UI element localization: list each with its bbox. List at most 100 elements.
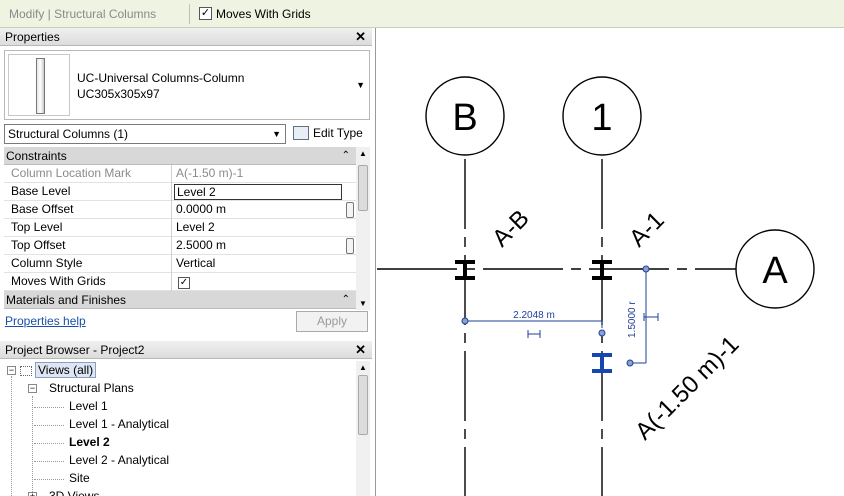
scroll-down-icon[interactable]: ▼	[359, 299, 367, 308]
scroll-thumb[interactable]	[358, 375, 368, 435]
column-a-1[interactable]	[592, 260, 612, 280]
project-browser-title: Project Browser - Project2	[5, 343, 145, 357]
collapse-icon[interactable]: ⌃	[342, 291, 350, 309]
collapse-icon[interactable]: ⌃	[342, 147, 350, 165]
grid-lines	[377, 159, 736, 496]
tree-branch	[34, 407, 64, 408]
properties-close-icon[interactable]: ✕	[355, 28, 366, 46]
scroll-thumb[interactable]	[358, 165, 368, 211]
column-style-field[interactable]: Vertical	[174, 255, 342, 273]
moves-with-grids-label: Moves With Grids	[216, 7, 311, 21]
tree-item-label: Views (all)	[35, 362, 97, 378]
top-level-field[interactable]: Level 2	[174, 219, 342, 237]
project-browser-title-bar: Project Browser - Project2 ✕	[0, 341, 372, 359]
tree-item-site[interactable]: Site	[69, 469, 90, 487]
base-offset-field[interactable]: 0.0000 m	[174, 201, 342, 219]
options-bar: Modify | Structural Columns ✓ Moves With…	[0, 0, 844, 28]
property-name: Top Offset	[4, 237, 172, 255]
property-name: Base Offset	[4, 201, 172, 219]
edit-type-label: Edit Type	[313, 126, 363, 140]
tree-item-3d-views[interactable]: 3D Views	[49, 487, 99, 496]
temp-dimension-horizontal[interactable]	[461, 317, 606, 338]
tree-branch	[34, 425, 64, 426]
tree-branch	[34, 443, 64, 444]
edit-type-button[interactable]: Edit Type	[293, 124, 363, 144]
tree-item-level-1-analytical[interactable]: Level 1 - Analytical	[69, 415, 169, 433]
moves-with-grids-property-checkbox[interactable]: ✓	[178, 277, 190, 289]
section-constraints[interactable]: Constraints ⌃	[4, 147, 356, 165]
browser-scrollbar[interactable]: ▲	[356, 361, 370, 496]
selected-column[interactable]	[592, 353, 612, 373]
property-name: Top Level	[4, 219, 172, 237]
section-materials-label: Materials and Finishes	[6, 293, 127, 307]
tree-item-level-2-analytical[interactable]: Level 2 - Analytical	[69, 451, 169, 469]
tree-branch	[34, 461, 64, 462]
column-mark-a-b: A-B	[487, 205, 534, 252]
type-dropdown-arrow-icon[interactable]: ▼	[356, 80, 365, 90]
grid-bubble-label: B	[452, 97, 477, 139]
drawing-area[interactable]: B 1 A A-B A-1 A(-1.50 m)-1 2.2048 m 1.50…	[377, 28, 844, 496]
grid-bubble-b[interactable]: B	[425, 76, 505, 156]
project-browser-close-icon[interactable]: ✕	[355, 341, 366, 359]
dimension-value-vertical[interactable]: 1.5000 r	[627, 301, 638, 338]
tree-item-views-all[interactable]: Views (all)	[20, 361, 97, 379]
view-icon	[20, 365, 32, 376]
section-constraints-label: Constraints	[6, 149, 67, 163]
expand-toggle-icon[interactable]: +	[28, 492, 37, 496]
value-scroll-handle[interactable]	[346, 202, 354, 218]
project-browser-tree: − Views (all) − Structural Plans Level 1…	[4, 361, 356, 496]
column-mark-selected: A(-1.50 m)-1	[630, 331, 744, 445]
context-tab-label: Modify | Structural Columns	[9, 7, 157, 21]
chevron-down-icon: ▼	[272, 129, 281, 139]
properties-title: Properties	[5, 30, 60, 44]
property-row[interactable]: Column Style Vertical	[4, 255, 356, 273]
property-name: Base Level	[4, 183, 172, 201]
dimension-value-horizontal[interactable]: 2.2048 m	[513, 310, 555, 321]
instance-filter-dropdown[interactable]: Structural Columns (1) ▼	[4, 124, 286, 144]
scroll-up-icon[interactable]: ▲	[359, 149, 367, 158]
grid-bubble-a[interactable]: A	[735, 229, 815, 309]
base-level-field[interactable]: Level 2	[174, 184, 342, 200]
apply-button[interactable]: Apply	[296, 311, 368, 332]
moves-with-grids-checkbox[interactable]: ✓	[199, 7, 212, 20]
type-selector[interactable]: UC-Universal Columns-Column UC305x305x97…	[4, 50, 370, 120]
toolbar-separator	[189, 4, 190, 24]
tree-branch	[34, 479, 64, 480]
property-row[interactable]: Top Offset 2.5000 m	[4, 237, 356, 255]
section-materials[interactable]: Materials and Finishes ⌃	[4, 291, 356, 309]
column-mark-a-1: A-1	[624, 207, 670, 253]
property-row[interactable]: Base Level Level 2	[4, 183, 356, 201]
tree-item-level-2[interactable]: Level 2	[69, 433, 110, 451]
scroll-up-icon[interactable]: ▲	[359, 363, 367, 372]
plan-view[interactable]: B 1 A A-B A-1 A(-1.50 m)-1 2.2048 m 1.50…	[377, 28, 844, 496]
property-name: Moves With Grids	[4, 273, 172, 291]
collapse-toggle-icon[interactable]: −	[28, 384, 37, 393]
properties-help-link[interactable]: Properties help	[5, 314, 86, 328]
tree-item-structural-plans[interactable]: Structural Plans	[49, 379, 134, 397]
left-dock: Properties ✕ UC-Universal Columns-Column…	[0, 28, 376, 496]
properties-grid: Constraints ⌃ Column Location Mark A(-1.…	[4, 147, 356, 310]
tree-guide-line	[32, 396, 33, 496]
tree-item-level-1[interactable]: Level 1	[69, 397, 108, 415]
grid-bubble-label: 1	[591, 97, 612, 139]
top-offset-field[interactable]: 2.5000 m	[174, 237, 342, 255]
collapse-toggle-icon[interactable]: −	[7, 366, 16, 375]
type-name: UC305x305x97	[77, 87, 160, 101]
column-preview-image	[8, 54, 70, 116]
grid-bubble-1[interactable]: 1	[562, 76, 642, 156]
tree-guide-line	[11, 376, 12, 496]
property-row[interactable]: Moves With Grids ✓	[4, 273, 356, 291]
edit-type-icon	[293, 125, 309, 140]
moves-with-grids-value[interactable]: ✓	[174, 273, 342, 291]
property-row: Column Location Mark A(-1.50 m)-1	[4, 165, 356, 183]
family-name: UC-Universal Columns-Column	[77, 71, 245, 85]
property-row[interactable]: Top Level Level 2	[4, 219, 356, 237]
property-name: Column Location Mark	[4, 165, 172, 183]
property-value: A(-1.50 m)-1	[176, 166, 244, 180]
column-a-b[interactable]	[455, 260, 475, 280]
properties-scrollbar[interactable]: ▲ ▼	[356, 147, 370, 310]
property-row[interactable]: Base Offset 0.0000 m	[4, 201, 356, 219]
properties-title-bar: Properties ✕	[0, 28, 372, 46]
property-name: Column Style	[4, 255, 172, 273]
value-scroll-handle[interactable]	[346, 238, 354, 254]
